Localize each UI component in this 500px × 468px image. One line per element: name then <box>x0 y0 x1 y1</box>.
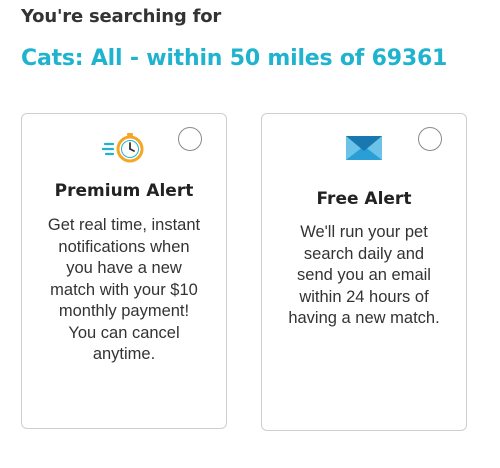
searching-heading: You're searching for <box>21 6 222 27</box>
envelope-icon <box>346 136 382 160</box>
fast-clock-icon <box>102 133 144 163</box>
premium-alert-card[interactable]: Premium Alert Get real time, instant not… <box>21 113 227 429</box>
premium-alert-title: Premium Alert <box>54 181 194 201</box>
free-alert-radio[interactable] <box>418 127 442 151</box>
free-alert-description: We'll run your pet search daily and send… <box>288 223 440 327</box>
free-alert-card[interactable]: Free Alert We'll run your pet search dai… <box>261 113 467 431</box>
free-alert-title: Free Alert <box>316 189 412 209</box>
search-criteria: Cats: All - within 50 miles of 69361 <box>21 46 448 71</box>
premium-alert-description: Get real time, instant notifications whe… <box>47 216 201 363</box>
premium-alert-radio[interactable] <box>178 127 202 151</box>
